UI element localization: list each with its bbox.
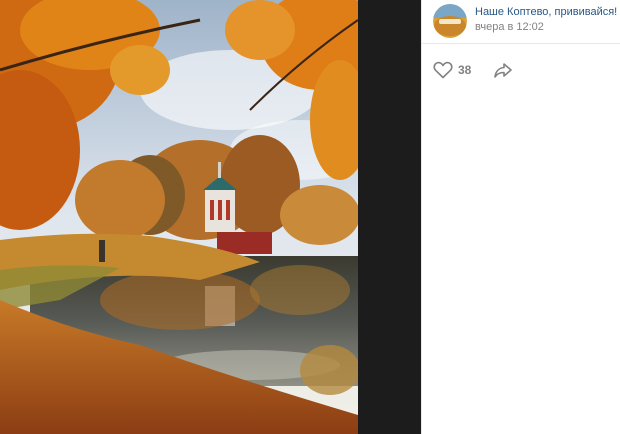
post-sidebar: Наше Коптево, прививайся! вчера в 12:02 … <box>421 0 620 434</box>
post-timestamp[interactable]: вчера в 12:02 <box>475 21 544 33</box>
group-avatar[interactable] <box>433 4 467 38</box>
like-button[interactable]: 38 <box>433 60 471 80</box>
like-count: 38 <box>458 63 472 77</box>
share-button[interactable] <box>493 60 513 80</box>
post-photo[interactable] <box>0 0 358 434</box>
viewer-background <box>358 0 421 434</box>
heart-icon <box>433 61 453 79</box>
share-arrow-icon <box>493 60 513 80</box>
group-name-link[interactable]: Наше Коптево, прививайся! <box>475 6 617 18</box>
post-actions: 38 <box>422 56 620 84</box>
post-header: Наше Коптево, прививайся! вчера в 12:02 <box>422 0 620 44</box>
